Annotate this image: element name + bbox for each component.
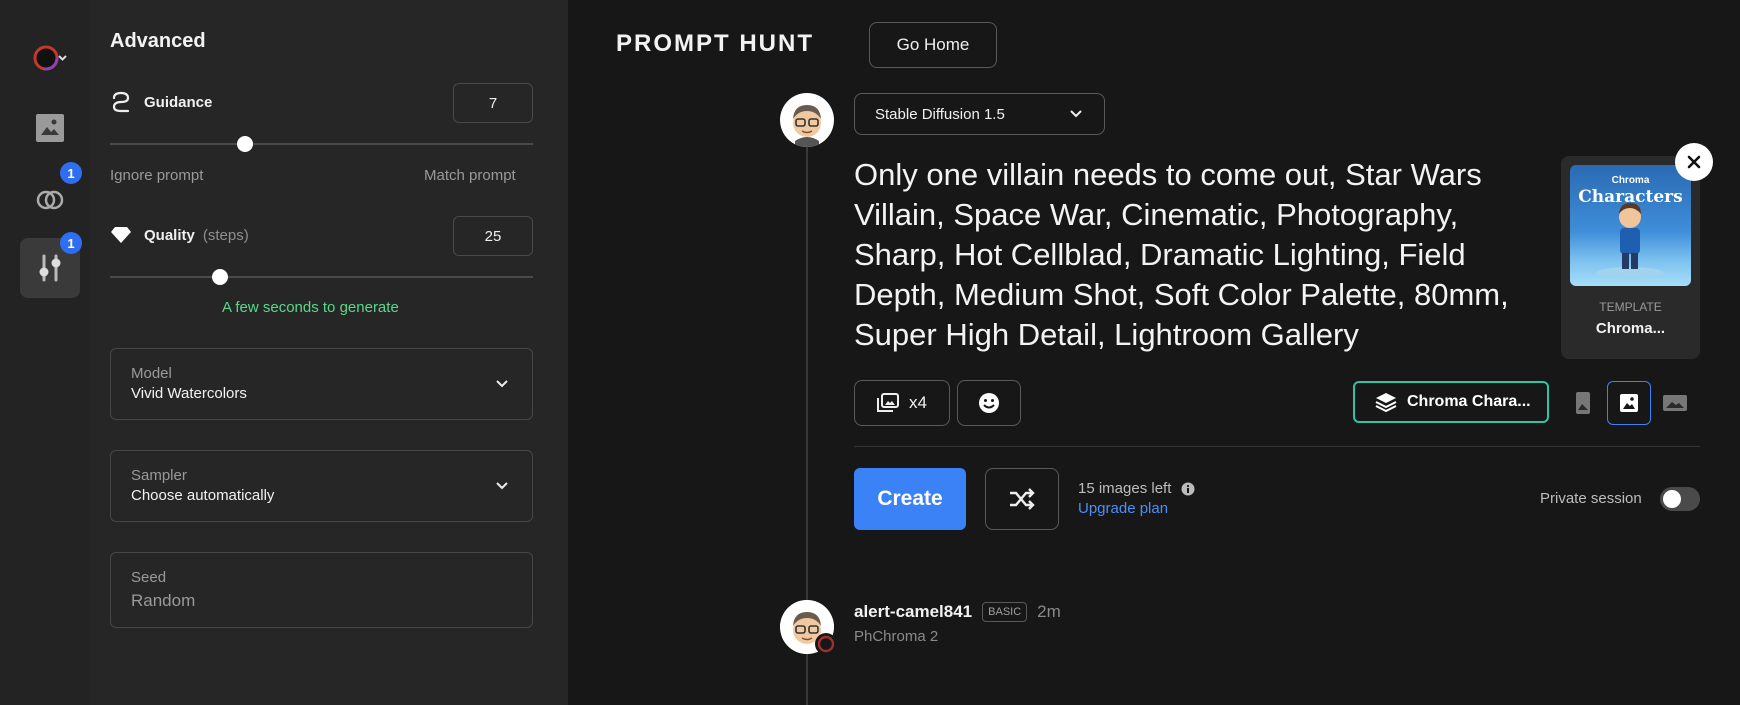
chevron-down-icon: [496, 482, 508, 490]
shuffle-icon: [1010, 488, 1035, 510]
sampler-value: Choose automatically: [131, 487, 275, 504]
ratio-portrait-button[interactable]: [1561, 381, 1605, 425]
square-image-icon: [1620, 394, 1638, 412]
info-icon[interactable]: [1181, 482, 1195, 496]
guidance-max-label: Match prompt: [424, 167, 516, 184]
smiley-icon: [979, 393, 999, 413]
quality-slider-track[interactable]: [110, 276, 533, 278]
blend-badge: 1: [60, 162, 82, 184]
left-rail: 1 1: [0, 0, 90, 705]
quality-label-row: Quality (steps): [110, 226, 249, 244]
model-value: Vivid Watercolors: [131, 385, 247, 402]
ratio-square-button[interactable]: [1607, 381, 1651, 425]
character-figure-icon: [1596, 203, 1664, 279]
sampler-label: Sampler: [131, 467, 187, 484]
go-home-button[interactable]: Go Home: [869, 22, 997, 68]
feed-subtitle: PhChroma 2: [854, 628, 939, 645]
image-count-button[interactable]: x4: [854, 380, 950, 426]
template-thumbnail: Chroma Characters: [1570, 165, 1691, 286]
generation-time-hint: A few seconds to generate: [222, 299, 399, 316]
template-chip[interactable]: Chroma Chara...: [1353, 381, 1549, 423]
model-dropdown[interactable]: Stable Diffusion 1.5: [854, 93, 1105, 135]
portrait-image-icon: [1576, 392, 1590, 414]
layers-icon: [1375, 393, 1397, 412]
image-icon: [36, 114, 64, 142]
emoji-button[interactable]: [957, 380, 1021, 426]
feed-time: 2m: [1037, 602, 1061, 621]
landscape-image-icon: [1663, 395, 1687, 411]
avatar-face-icon: [793, 105, 821, 147]
shuffle-button[interactable]: [985, 468, 1059, 530]
quality-sublabel: (steps): [202, 226, 249, 244]
image-tool[interactable]: [20, 98, 80, 158]
quality-label: Quality: [144, 226, 195, 244]
guidance-label: Guidance: [144, 93, 213, 111]
template-name: Chroma...: [1595, 320, 1666, 337]
divider: [854, 446, 1700, 447]
color-ring-icon: [33, 45, 67, 71]
overlap-circles-icon: [36, 190, 64, 210]
plan-badge: BASIC: [982, 602, 1028, 622]
images-left-label: 15 images left: [1078, 480, 1172, 497]
upgrade-plan-link[interactable]: Upgrade plan: [1078, 500, 1168, 517]
logo[interactable]: PROMPT HUNT: [616, 30, 814, 58]
chevron-down-icon: [1070, 110, 1082, 118]
feed-username[interactable]: alert-camel841: [854, 602, 972, 622]
seed-label: Seed: [131, 569, 167, 586]
avatar: [780, 93, 834, 147]
sampler-select[interactable]: Sampler Choose automatically: [110, 450, 533, 522]
guidance-slider-track[interactable]: [110, 143, 533, 145]
guidance-min-label: Ignore prompt: [110, 167, 204, 184]
ratio-landscape-button[interactable]: [1653, 381, 1697, 425]
color-ring-menu[interactable]: [20, 28, 80, 88]
private-session-toggle[interactable]: [1660, 487, 1700, 511]
model-dropdown-label: Stable Diffusion 1.5: [875, 105, 1005, 123]
model-select[interactable]: Model Vivid Watercolors: [110, 348, 533, 420]
close-template-button[interactable]: [1675, 143, 1713, 181]
prompt-textarea[interactable]: Only one villain needs to come out, Star…: [854, 155, 1554, 355]
create-button[interactable]: Create: [854, 468, 966, 530]
seed-field[interactable]: Seed Random: [110, 552, 533, 628]
close-icon: [1687, 155, 1701, 169]
feed-meta-row: alert-camel841 BASIC 2m: [854, 602, 1061, 622]
advanced-settings-tool[interactable]: 1: [20, 232, 82, 298]
guidance-input[interactable]: 7: [453, 83, 533, 123]
guidance-icon: [112, 91, 130, 113]
model-label: Model: [131, 365, 172, 382]
advanced-badge: 1: [60, 232, 82, 254]
blend-tool[interactable]: 1: [20, 162, 82, 228]
template-chip-label: Chroma Chara...: [1407, 393, 1531, 410]
guidance-label-row: Guidance: [110, 91, 212, 113]
quality-input[interactable]: 25: [453, 216, 533, 256]
template-kind: TEMPLATE: [1599, 300, 1662, 314]
diamond-icon: [111, 227, 131, 243]
template-card[interactable]: Chroma Characters TEMPLATE Chroma...: [1561, 156, 1700, 359]
sliders-icon: [39, 254, 61, 282]
images-left-row: 15 images left: [1078, 480, 1195, 497]
feed-avatar: [780, 600, 837, 655]
image-count-label: x4: [909, 393, 927, 412]
seed-input[interactable]: Random: [131, 591, 195, 611]
chevron-down-icon: [496, 380, 508, 388]
quality-slider-thumb[interactable]: [211, 269, 228, 285]
images-stack-icon: [877, 393, 900, 412]
private-session-label: Private session: [1540, 490, 1642, 507]
panel-title: Advanced: [110, 30, 206, 52]
model-ring-icon: [815, 633, 837, 655]
